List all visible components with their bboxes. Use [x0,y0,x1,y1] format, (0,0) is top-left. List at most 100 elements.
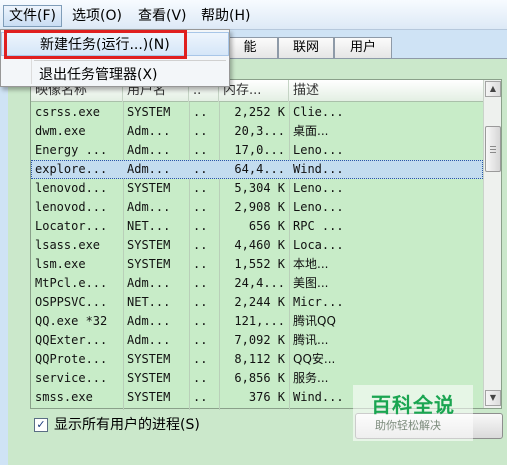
cell-memory: 7,092 K [234,333,285,347]
cell-image-name: lsass.exe [35,238,101,252]
cell-user-name: Adm... [127,333,171,347]
cell-cpu: .. [193,105,208,119]
cell-description: 美图... [293,276,329,290]
table-row[interactable]: lenovod... Adm..... 2,908 K Leno... [31,198,483,217]
cell-cpu: .. [193,352,208,366]
cell-image-name: Energy ... [35,143,108,157]
show-all-users-checkbox[interactable]: ✓ [34,418,48,432]
cell-cpu: .. [193,181,208,195]
cell-image-name: explore... [35,162,108,176]
cell-cpu: .. [193,162,208,176]
cell-user-name: Adm... [127,314,171,328]
cell-description: 本地... [293,257,329,271]
highlight-annotation-box [4,30,187,59]
menu-separator [34,60,226,61]
cell-cpu: .. [193,390,208,404]
menu-view[interactable]: 查看(V) [133,5,192,27]
cell-image-name: lsm.exe [35,257,86,271]
menu-bar: 文件(F) 选项(O) 查看(V) 帮助(H) [0,0,507,30]
cell-image-name: Locator... [35,219,108,233]
process-list[interactable]: 映像名称 用户名 .. 内存... 描述 csrss.exe SYSTEM.. 2,… [30,79,502,410]
cell-user-name: SYSTEM [127,181,171,195]
thumb-grip [490,146,496,147]
cell-user-name: NET... [127,295,171,309]
scroll-down-button[interactable]: ▼ [485,390,501,406]
cell-user-name: SYSTEM [127,352,171,366]
cell-user-name: NET... [127,219,171,233]
cell-cpu: .. [193,295,208,309]
cell-memory: 121,... [234,314,285,328]
cell-user-name: SYSTEM [127,390,171,404]
cell-memory: 1,552 K [234,257,285,271]
cell-user-name: SYSTEM [127,105,171,119]
table-row[interactable]: MtPcl.e... Adm..... 24,4... 美图... [31,274,483,293]
cell-image-name: QQProte... [35,352,108,366]
thumb-grip [490,152,496,153]
vertical-scrollbar[interactable]: ▲ ▼ [483,80,501,408]
cell-user-name: Adm... [127,276,171,290]
cell-description: RPC ... [293,219,344,233]
cell-memory: 2,908 K [234,200,285,214]
cell-memory: 376 K [248,390,285,404]
table-row[interactable]: explore... Adm..... 64,4... Wind... [31,160,483,179]
cell-image-name: QQExter... [35,333,108,347]
tab-networking[interactable]: 联网 [278,37,334,59]
cell-memory: 6,856 K [234,371,285,385]
cell-memory: 8,112 K [234,352,285,366]
cell-memory: 24,4... [234,276,285,290]
table-row[interactable]: QQProte... SYSTEM.. 8,112 K QQ安... [31,350,483,369]
cell-description: Leno... [293,200,344,214]
cell-cpu: .. [193,200,208,214]
cell-memory: 2,252 K [234,105,285,119]
tab-performance[interactable]: 能 [222,37,278,59]
table-row[interactable]: QQ.exe *32 Adm..... 121,... 腾讯QQ [31,312,483,331]
table-row[interactable]: dwm.exe Adm..... 20,3... 桌面... [31,122,483,141]
cell-cpu: .. [193,219,208,233]
cell-user-name: Adm... [127,162,171,176]
cell-description: 桌面... [293,124,329,138]
cell-cpu: .. [193,143,208,157]
watermark-subtitle: 助你轻松解决 [375,419,441,432]
cell-image-name: dwm.exe [35,124,86,138]
cell-user-name: SYSTEM [127,371,171,385]
cell-memory: 4,460 K [234,238,285,252]
cell-image-name: OSPPSVC... [35,295,108,309]
cell-memory: 64,4... [234,162,285,176]
watermark-title: 百科全说 [371,393,455,417]
scroll-thumb[interactable] [485,126,501,172]
menu-file[interactable]: 文件(F) [3,5,62,27]
cell-image-name: lenovod... [35,181,108,195]
column-description[interactable]: 描述 [289,80,483,102]
table-row[interactable]: lsm.exe SYSTEM.. 1,552 K 本地... [31,255,483,274]
table-row[interactable]: lenovod... SYSTEM.. 5,304 K Leno... [31,179,483,198]
cell-image-name: QQ.exe *32 [35,314,108,328]
tab-users[interactable]: 用户 [334,37,392,59]
table-row[interactable]: lsass.exe SYSTEM.. 4,460 K Loca... [31,236,483,255]
menu-help[interactable]: 帮助(H) [196,5,255,27]
cell-image-name: lenovod... [35,200,108,214]
cell-cpu: .. [193,124,208,138]
cell-description: 腾讯... [293,333,329,347]
cell-memory: 5,304 K [234,181,285,195]
cell-memory: 2,244 K [234,295,285,309]
cell-memory: 656 K [248,219,285,233]
show-all-users-label[interactable]: 显示所有用户的进程(S) [54,415,200,435]
menu-item-exit[interactable]: 退出任务管理器(X) [1,63,229,87]
scroll-up-button[interactable]: ▲ [485,81,501,97]
cell-image-name: smss.exe [35,390,93,404]
table-row[interactable]: OSPPSVC... NET..... 2,244 K Micr... [31,293,483,312]
cell-cpu: .. [193,276,208,290]
cell-cpu: .. [193,257,208,271]
cell-image-name: csrss.exe [35,105,101,119]
cell-cpu: .. [193,314,208,328]
thumb-grip [490,149,496,150]
cell-cpu: .. [193,238,208,252]
cell-cpu: .. [193,371,208,385]
table-row[interactable]: QQExter... Adm..... 7,092 K 腾讯... [31,331,483,350]
table-row[interactable]: csrss.exe SYSTEM.. 2,252 K Clie... [31,103,483,122]
cell-description: QQ安... [293,352,336,366]
table-row[interactable]: Energy ... Adm..... 17,0... Leno... [31,141,483,160]
menu-options[interactable]: 选项(O) [67,5,127,27]
cell-description: Wind... [293,162,344,176]
table-row[interactable]: Locator... NET..... 656 K RPC ... [31,217,483,236]
